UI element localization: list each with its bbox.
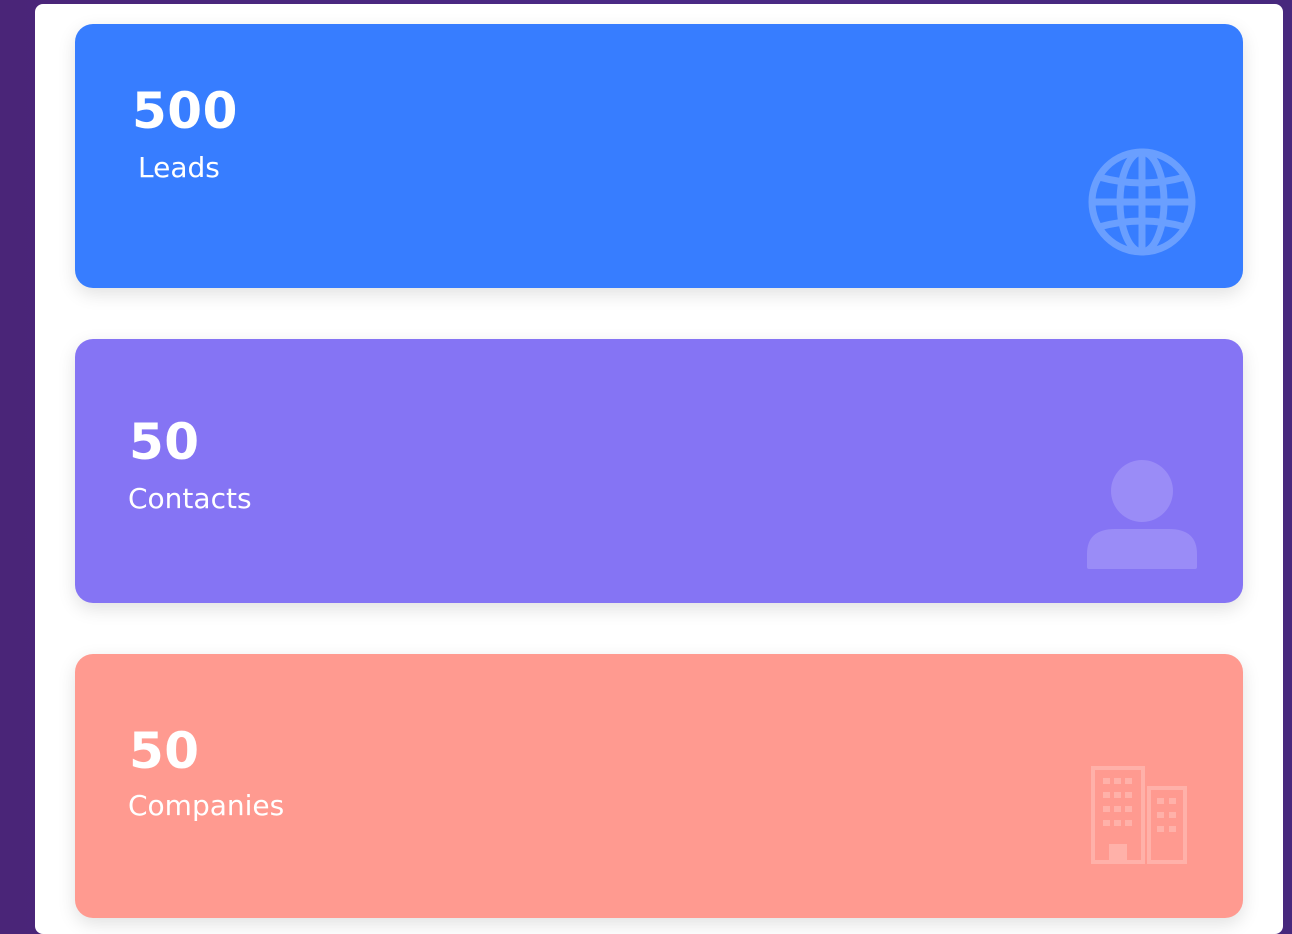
- leads-count: 500: [132, 82, 238, 140]
- user-icon: [1087, 460, 1197, 569]
- companies-card[interactable]: 50 Companies: [75, 654, 1243, 918]
- contacts-count: 50: [129, 413, 200, 471]
- building-icon: [1091, 766, 1187, 864]
- leads-label: Leads: [138, 151, 220, 184]
- contacts-label: Contacts: [128, 482, 252, 515]
- companies-label: Companies: [128, 789, 285, 822]
- companies-count: 50: [129, 722, 200, 780]
- globe-icon: [1088, 148, 1196, 256]
- leads-card[interactable]: 500 Leads: [75, 24, 1243, 288]
- dashboard-panel: 500 Leads 50 Contacts 50 Companies: [35, 4, 1283, 934]
- contacts-card[interactable]: 50 Contacts: [75, 339, 1243, 603]
